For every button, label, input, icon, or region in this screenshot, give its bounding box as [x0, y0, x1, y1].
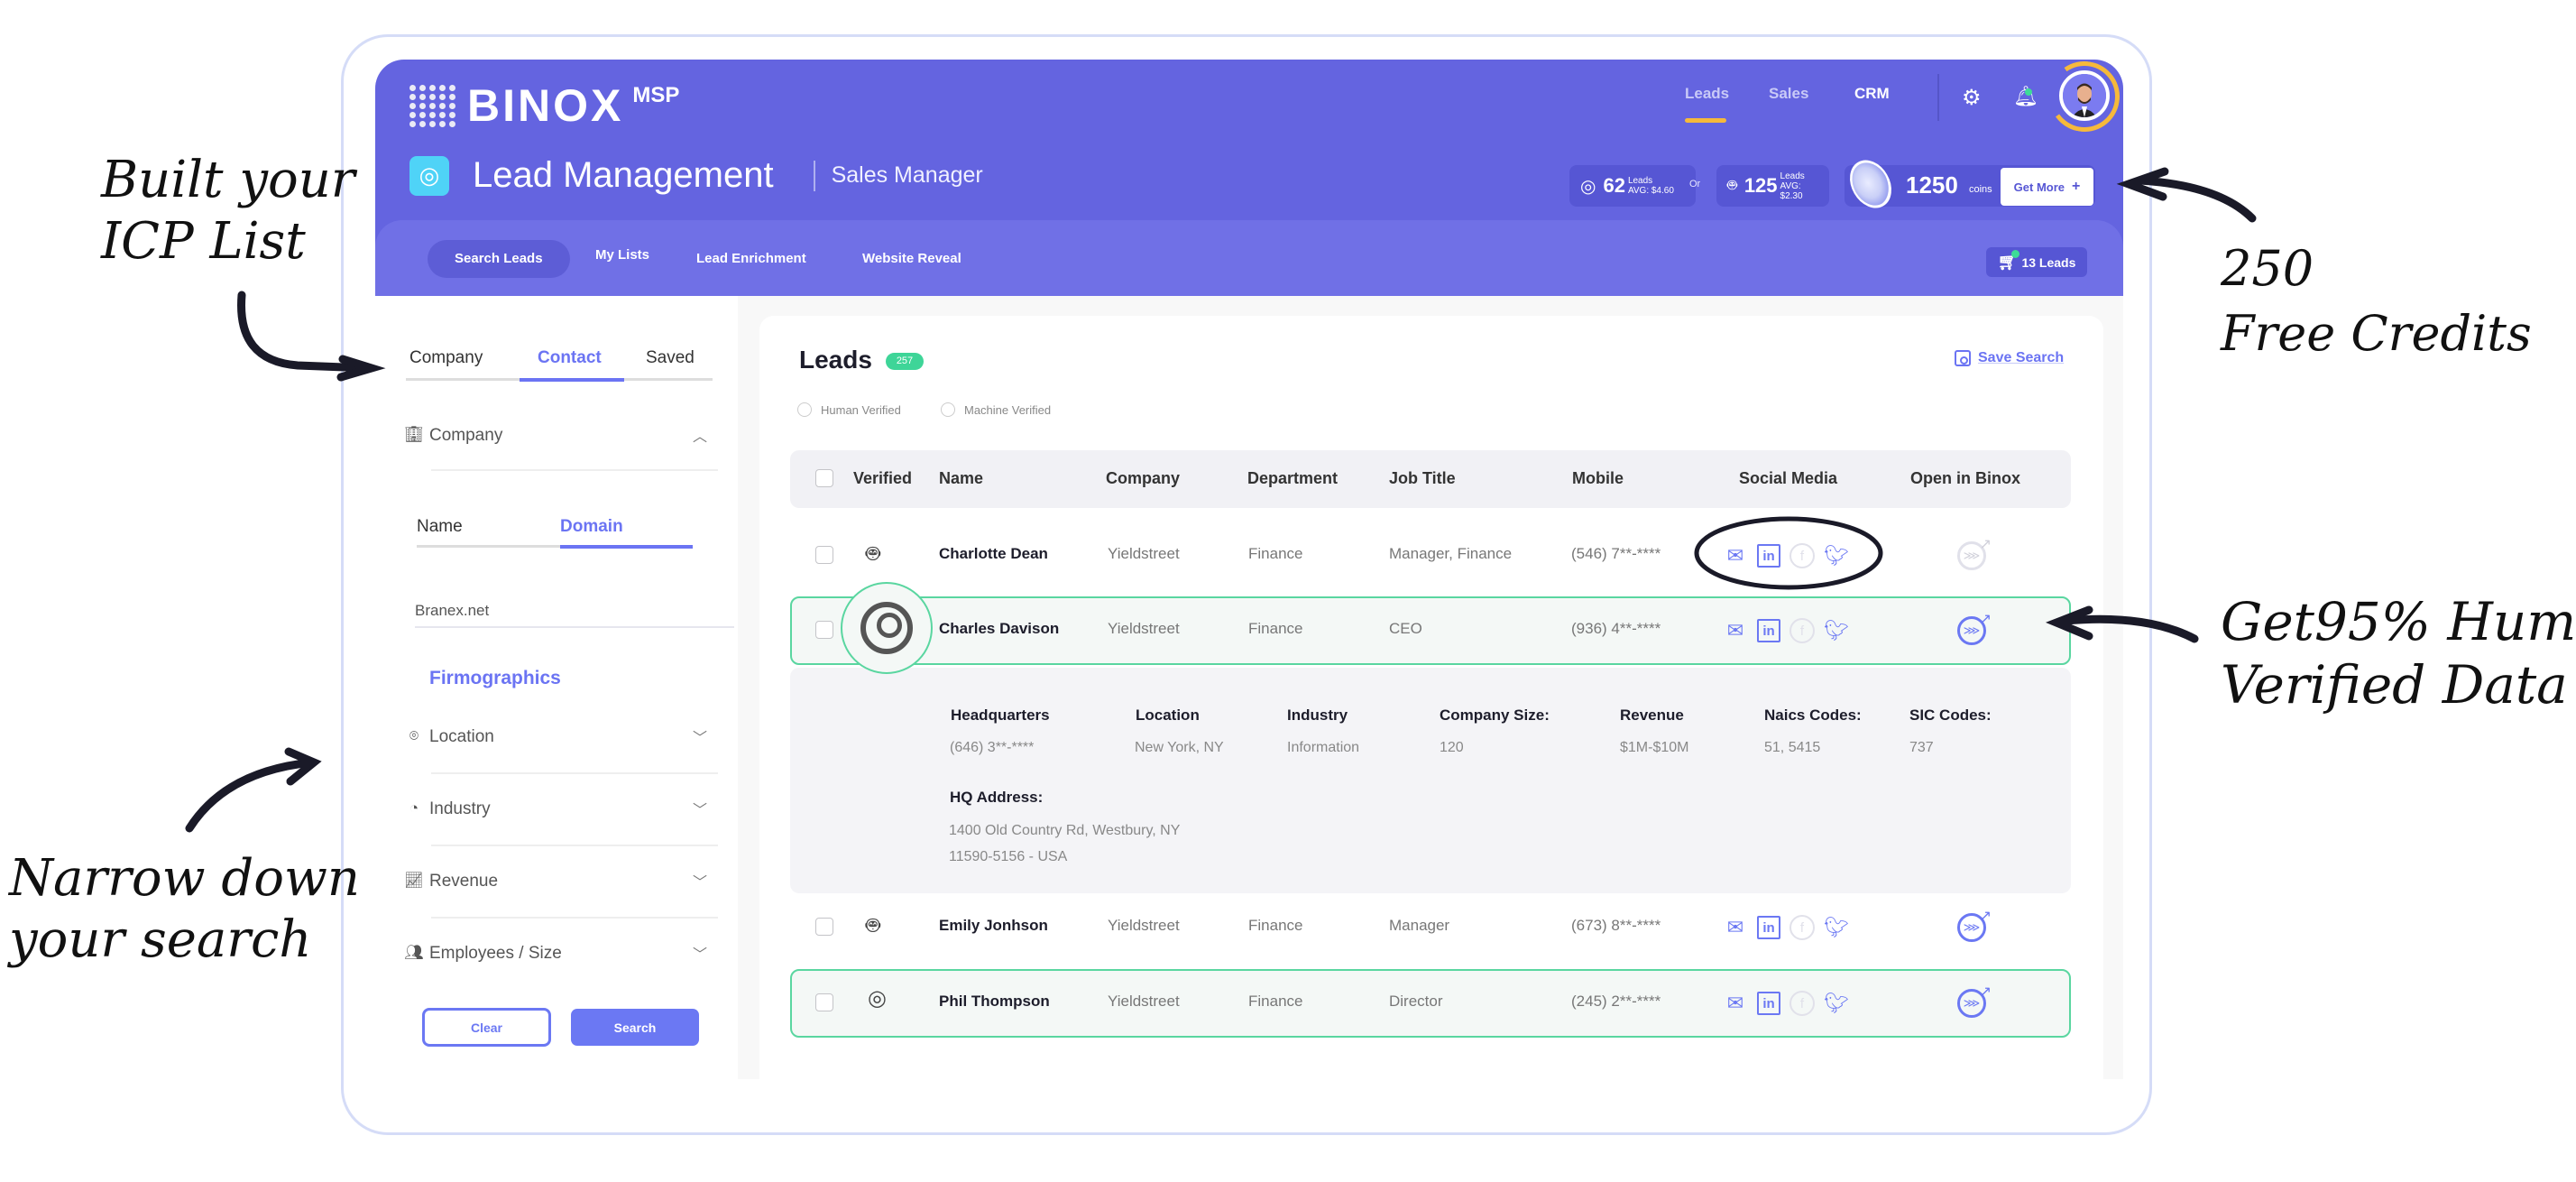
arrow-to-coins: [2135, 176, 2257, 223]
arrow-to-filters: [185, 758, 316, 833]
social-media-circle-highlight: [1694, 516, 1883, 590]
annotation-arrows: [185, 167, 2257, 833]
arrow-to-sidebar-tabs: [237, 291, 374, 373]
